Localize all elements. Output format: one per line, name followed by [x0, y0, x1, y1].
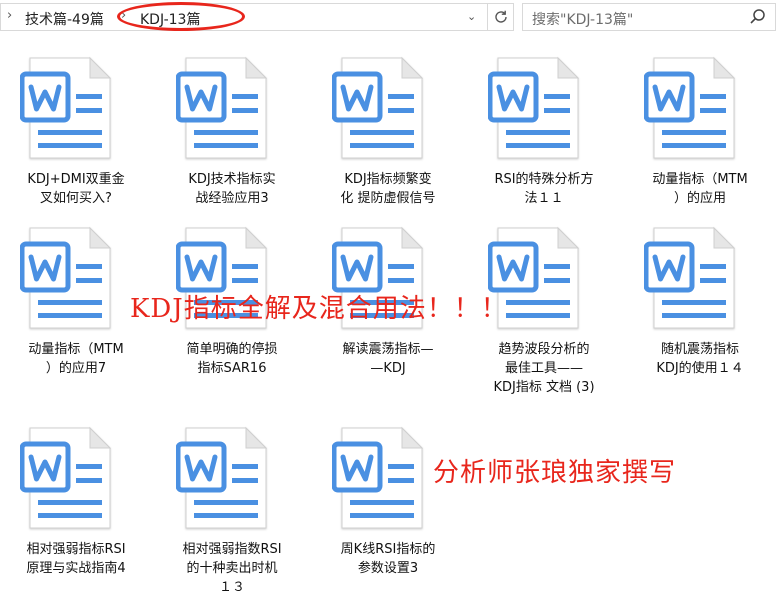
- refresh-icon: [494, 10, 507, 23]
- file-name-line: 动量指标（MTM: [652, 172, 748, 187]
- author-overlay-text: 分析师张琅独家撰写: [433, 458, 677, 488]
- file-name-line: 原理与实战指南4: [26, 561, 126, 576]
- file-item[interactable]: 周K线RSI指标的 参数设置3: [318, 424, 468, 584]
- file-name-line: KDJ的使用１４: [656, 361, 744, 376]
- file-name-line: ）的应用: [673, 191, 726, 206]
- search-icon[interactable]: [749, 8, 767, 26]
- file-name-line: 的十种卖出时机: [186, 561, 278, 576]
- file-name-line: １３: [218, 580, 245, 595]
- file-name-line: 参数设置3: [357, 561, 419, 576]
- file-name: 随机震荡指标 KDJ的使用１４: [630, 340, 770, 378]
- file-item[interactable]: KDJ技术指标实 战经验应用3: [162, 54, 312, 214]
- file-name-line: 动量指标（MTM: [28, 342, 124, 357]
- word-document-icon: [19, 224, 116, 332]
- file-item[interactable]: 随机震荡指标 KDJ的使用１４: [630, 224, 780, 384]
- file-item[interactable]: RSI的特殊分析方 法１１: [474, 54, 624, 214]
- chevron-right-icon[interactable]: ›: [7, 8, 12, 23]
- file-name-line: ）的应用7: [45, 361, 107, 376]
- word-document-icon: [643, 54, 740, 162]
- file-name: RSI的特殊分析方 法１１: [474, 170, 614, 208]
- search-placeholder: 搜索"KDJ-13篇": [532, 12, 634, 28]
- file-name-line: 周K线RSI指标的: [340, 542, 436, 557]
- breadcrumb-parent[interactable]: 技术篇-49篇: [25, 9, 104, 29]
- breadcrumb-separator-icon[interactable]: ›: [121, 8, 126, 23]
- word-document-icon: [19, 54, 116, 162]
- breadcrumb-current[interactable]: KDJ-13篇: [140, 9, 200, 29]
- word-document-icon: [487, 54, 584, 162]
- file-name: KDJ+DMI双重金 叉如何买入?: [6, 170, 146, 208]
- file-name-line: 解读震荡指标—: [342, 342, 434, 357]
- file-item[interactable]: 动量指标（MTM ）的应用: [630, 54, 780, 214]
- address-bar[interactable]: › 技术篇-49篇 › KDJ-13篇 ⌄: [0, 3, 514, 31]
- file-name: 趋势波段分析的 最佳工具—— KDJ指标 文档 (3): [474, 340, 614, 397]
- file-name: 相对强弱指数RSI 的十种卖出时机 １３: [162, 540, 302, 597]
- word-document-icon: [643, 224, 740, 332]
- word-document-icon: [331, 424, 428, 532]
- search-input[interactable]: 搜索"KDJ-13篇": [522, 3, 776, 31]
- word-document-icon: [19, 424, 116, 532]
- file-name-line: KDJ技术指标实: [188, 172, 276, 187]
- file-name: 周K线RSI指标的 参数设置3: [318, 540, 458, 578]
- file-name: 相对强弱指标RSI 原理与实战指南4: [6, 540, 146, 578]
- file-name: 简单明确的停损 指标SAR16: [162, 340, 302, 378]
- file-name-line: 叉如何买入?: [40, 191, 112, 206]
- file-name-line: KDJ指标 文档 (3): [493, 380, 595, 395]
- file-name-line: 指标SAR16: [197, 361, 267, 376]
- file-name: 动量指标（MTM ）的应用: [630, 170, 770, 208]
- address-dropdown-icon[interactable]: ⌄: [467, 10, 476, 23]
- word-document-icon: [331, 54, 428, 162]
- toolbar: › 技术篇-49篇 › KDJ-13篇 ⌄ 搜索"KDJ-13篇": [0, 0, 782, 34]
- refresh-button[interactable]: [487, 4, 513, 30]
- file-name: KDJ指标频繁变化 提防虚假信号: [318, 170, 458, 208]
- file-name-line: 相对强弱指数RSI: [182, 542, 282, 557]
- file-item[interactable]: KDJ指标频繁变化 提防虚假信号: [318, 54, 468, 214]
- file-item[interactable]: 相对强弱指标RSI 原理与实战指南4: [6, 424, 156, 584]
- file-item[interactable]: 相对强弱指数RSI 的十种卖出时机 １３: [162, 424, 312, 595]
- file-name-line: 趋势波段分析的: [498, 342, 590, 357]
- file-name-line: KDJ+DMI双重金: [27, 172, 125, 187]
- file-name-line: 相对强弱指标RSI: [26, 542, 126, 557]
- word-document-icon: [175, 54, 272, 162]
- file-name-line: —KDJ: [370, 361, 406, 376]
- file-name: KDJ技术指标实 战经验应用3: [162, 170, 302, 208]
- word-document-icon: [175, 424, 272, 532]
- title-overlay-text: KDJ指标全解及混合用法！！！: [130, 294, 508, 324]
- file-name-line: 随机震荡指标: [660, 342, 739, 357]
- file-name-line: 化 提防虚假信号: [340, 191, 436, 206]
- file-name-line: KDJ指标频繁变: [344, 172, 432, 187]
- file-name-line: 战经验应用3: [195, 191, 269, 206]
- file-name-line: 简单明确的停损: [186, 342, 278, 357]
- file-name-line: 最佳工具——: [504, 361, 583, 376]
- file-name-line: 法１１: [524, 191, 564, 206]
- file-name-line: RSI的特殊分析方: [494, 172, 594, 187]
- file-name: 动量指标（MTM ）的应用7: [6, 340, 146, 378]
- file-item[interactable]: KDJ+DMI双重金 叉如何买入?: [6, 54, 156, 214]
- file-name: 解读震荡指标— —KDJ: [318, 340, 458, 378]
